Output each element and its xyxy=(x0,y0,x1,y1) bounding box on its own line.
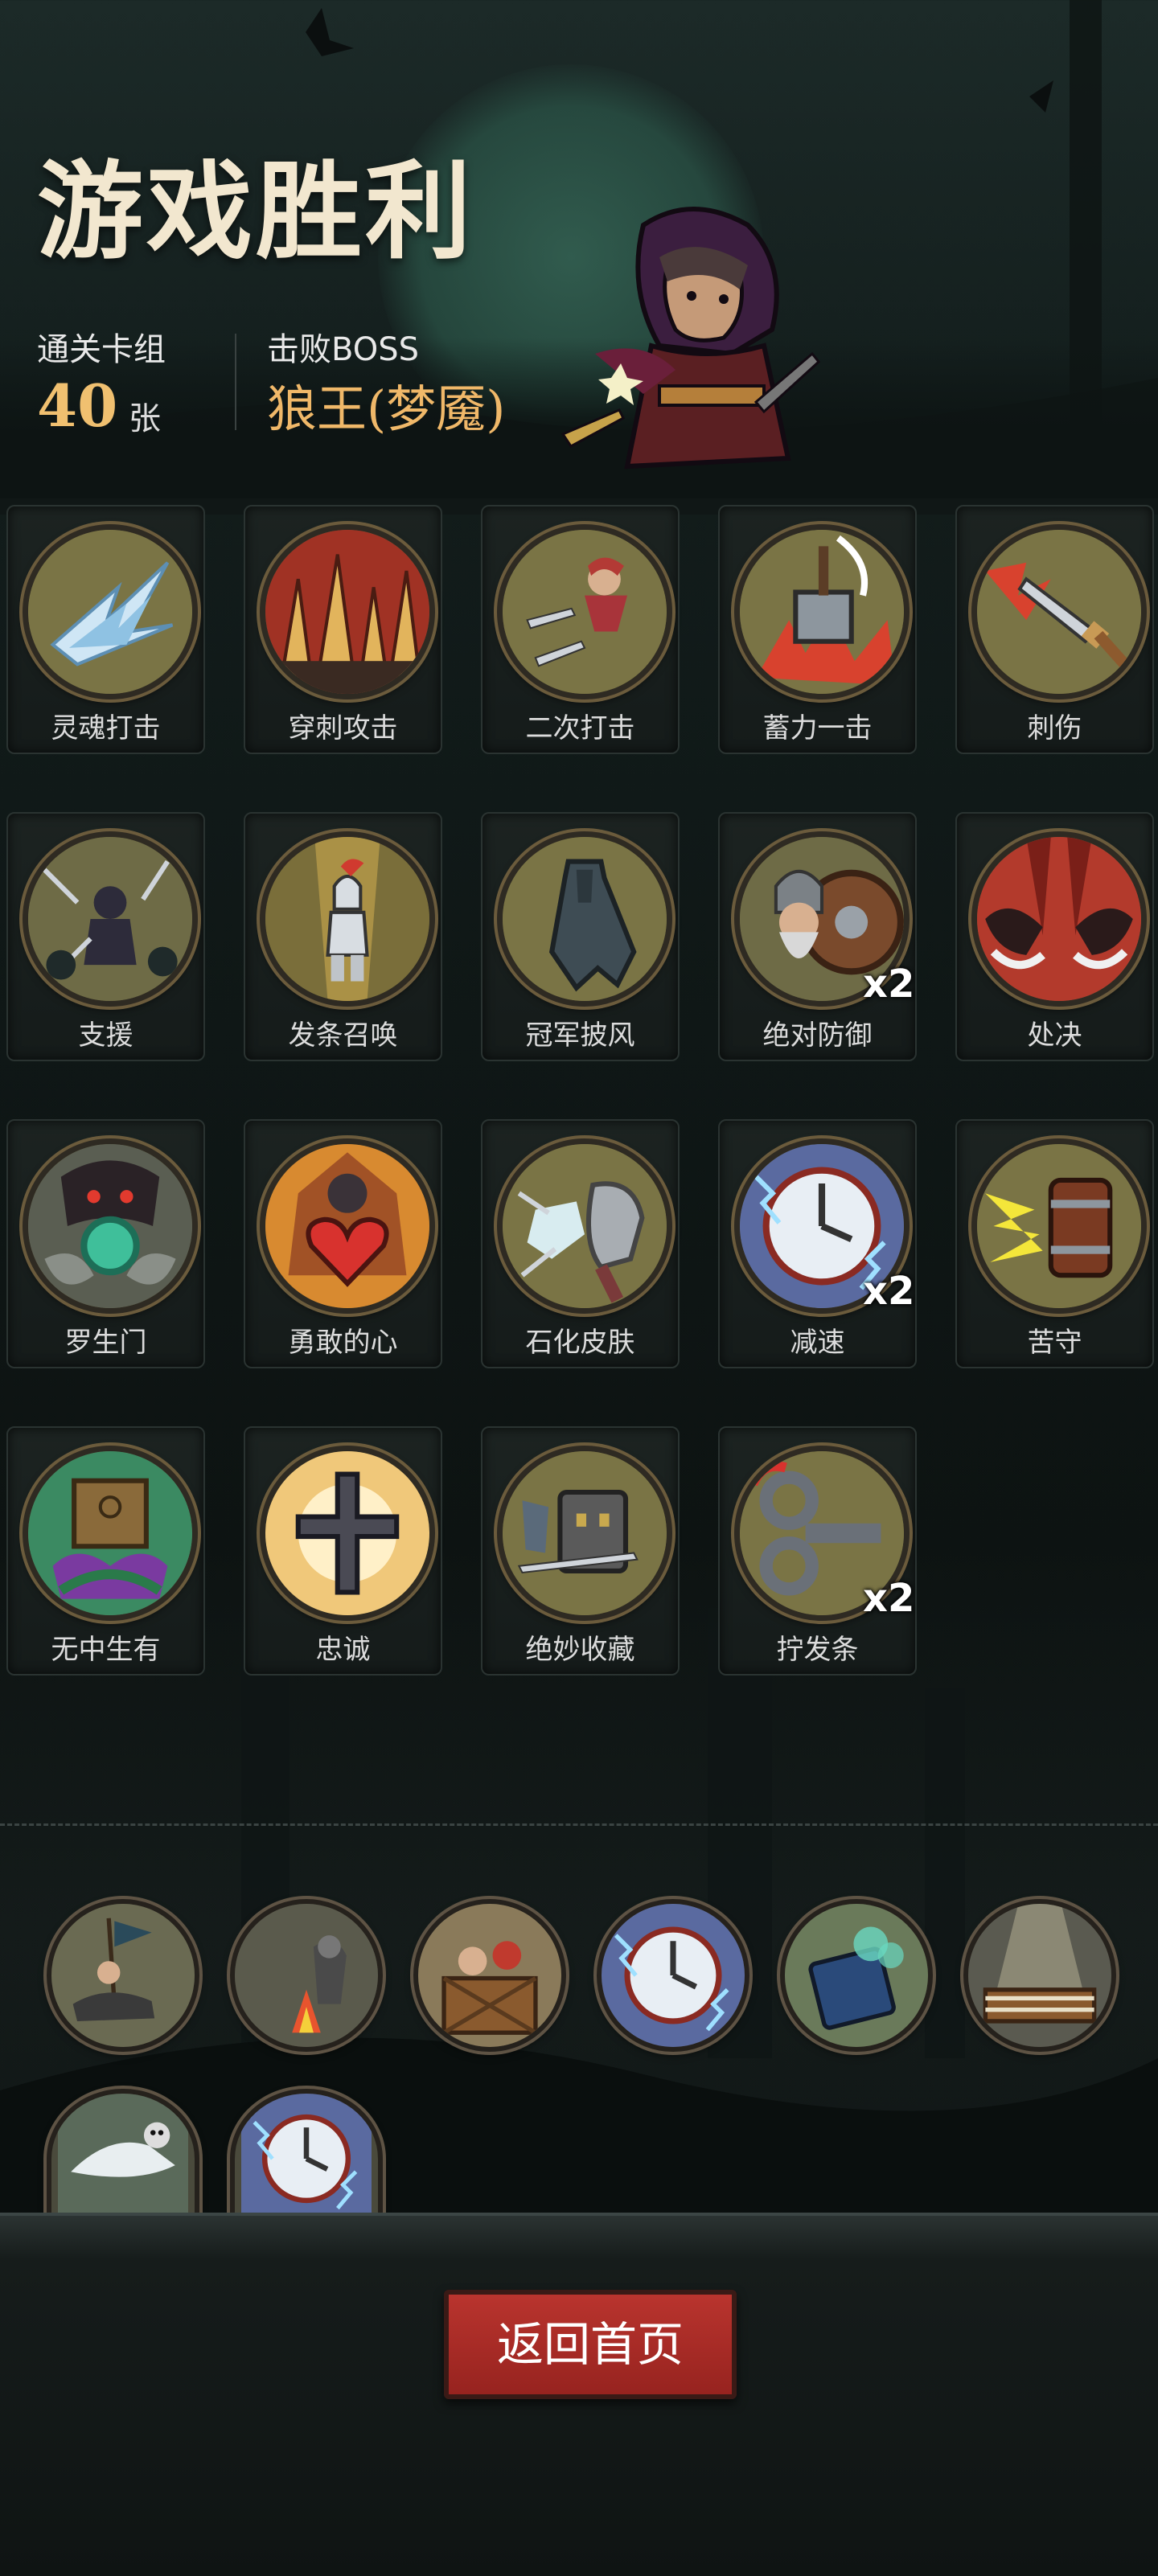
card-label: 苦守 xyxy=(1027,1327,1082,1359)
card-label: 绝对防御 xyxy=(762,1019,873,1052)
card-label: 勇敢的心 xyxy=(288,1327,398,1359)
crate-friends-icon[interactable] xyxy=(413,1899,566,2052)
card-item[interactable]: 绝妙收藏 xyxy=(481,1426,680,1676)
slow-clock-icon[interactable] xyxy=(230,2089,383,2229)
card-count-badge: x2 xyxy=(863,962,915,1007)
demon-gate-icon xyxy=(23,1138,198,1314)
card-item[interactable]: x2 绝对防御 xyxy=(718,812,917,1061)
cards-unit: 张 xyxy=(129,400,161,437)
card-item[interactable]: 冠军披风 xyxy=(481,812,680,1061)
card-label: 二次打击 xyxy=(525,712,635,744)
card-label: 刺伤 xyxy=(1027,712,1082,744)
brave-heart-icon xyxy=(260,1138,435,1314)
spikes-icon xyxy=(260,524,435,699)
card-item[interactable]: 无中生有 xyxy=(6,1426,205,1676)
card-label: 蓄力一击 xyxy=(762,712,873,744)
card-label: 减速 xyxy=(790,1327,845,1359)
card-label: 拧发条 xyxy=(776,1634,859,1666)
boss-label: 击败BOSS xyxy=(267,331,420,368)
skull-blade-icon[interactable] xyxy=(47,2089,199,2229)
section-divider xyxy=(0,1823,1158,1826)
card-label: 无中生有 xyxy=(51,1634,161,1666)
card-label: 冠军披风 xyxy=(525,1019,635,1052)
card-count-badge: x2 xyxy=(863,1269,915,1314)
card-item[interactable]: x2 减速 xyxy=(718,1119,917,1368)
barrel-guard-icon xyxy=(971,1138,1147,1314)
card-label: 忠诚 xyxy=(315,1634,371,1666)
card-item[interactable]: x2 拧发条 xyxy=(718,1426,917,1676)
card-label: 罗生门 xyxy=(64,1327,147,1359)
stone-fist-icon xyxy=(497,1138,672,1314)
card-item[interactable]: 忠诚 xyxy=(244,1426,442,1676)
dagger-icon xyxy=(971,524,1147,699)
boxing-ring-icon[interactable] xyxy=(963,1899,1116,2052)
rider-banner-icon[interactable] xyxy=(47,1899,199,2052)
card-item[interactable]: 发条召唤 xyxy=(244,812,442,1061)
card-label: 处决 xyxy=(1027,1019,1082,1052)
card-label: 穿刺攻击 xyxy=(288,712,398,744)
return-home-button[interactable]: 返回首页 xyxy=(444,2290,737,2399)
card-item[interactable]: 石化皮肤 xyxy=(481,1119,680,1368)
boss-name: 狼王(梦魇) xyxy=(267,379,506,438)
card-item[interactable]: 穿刺攻击 xyxy=(244,505,442,754)
mystery-box-icon xyxy=(23,1446,198,1621)
cards-label: 通关卡组 xyxy=(37,331,166,368)
hero-portrait xyxy=(561,207,820,470)
card-item[interactable]: 支援 xyxy=(6,812,205,1061)
card-label: 绝妙收藏 xyxy=(525,1634,635,1666)
card-item[interactable]: 处决 xyxy=(955,812,1154,1061)
card-label: 灵魂打击 xyxy=(51,712,161,744)
campfire-knight-icon[interactable] xyxy=(230,1899,383,2052)
cloak-icon xyxy=(497,831,672,1007)
execution-icon xyxy=(971,831,1147,1007)
stat-divider xyxy=(235,334,236,430)
card-item[interactable]: 勇敢的心 xyxy=(244,1119,442,1368)
card-label: 石化皮肤 xyxy=(525,1327,635,1359)
card-item[interactable]: 二次打击 xyxy=(481,505,680,754)
support-allies-icon xyxy=(23,831,198,1007)
card-item[interactable]: 刺伤 xyxy=(955,505,1154,754)
card-item[interactable]: 蓄力一击 xyxy=(718,505,917,754)
ice-shards-icon xyxy=(23,524,198,699)
hero-daggers-icon xyxy=(497,524,672,699)
spell-book-icon[interactable] xyxy=(780,1899,933,2052)
cross-icon xyxy=(260,1446,435,1621)
card-item[interactable]: 灵魂打击 xyxy=(6,505,205,754)
card-label: 发条召唤 xyxy=(288,1019,398,1052)
hammer-smash-icon xyxy=(734,524,910,699)
card-item[interactable]: 罗生门 xyxy=(6,1119,205,1368)
victory-header: 游戏胜利 通关卡组 40 张 击败BOSS 狼王(梦魇) xyxy=(0,0,1158,482)
card-item[interactable]: 苦守 xyxy=(955,1119,1154,1368)
clockwork-knight-icon xyxy=(260,831,435,1007)
page-title: 游戏胜利 xyxy=(37,150,474,274)
slow-clock-icon[interactable] xyxy=(597,1899,749,2052)
card-label: 支援 xyxy=(78,1019,133,1052)
book-sword-icon xyxy=(497,1446,672,1621)
cards-count: 40 xyxy=(37,371,118,440)
card-count-badge: x2 xyxy=(863,1576,915,1621)
